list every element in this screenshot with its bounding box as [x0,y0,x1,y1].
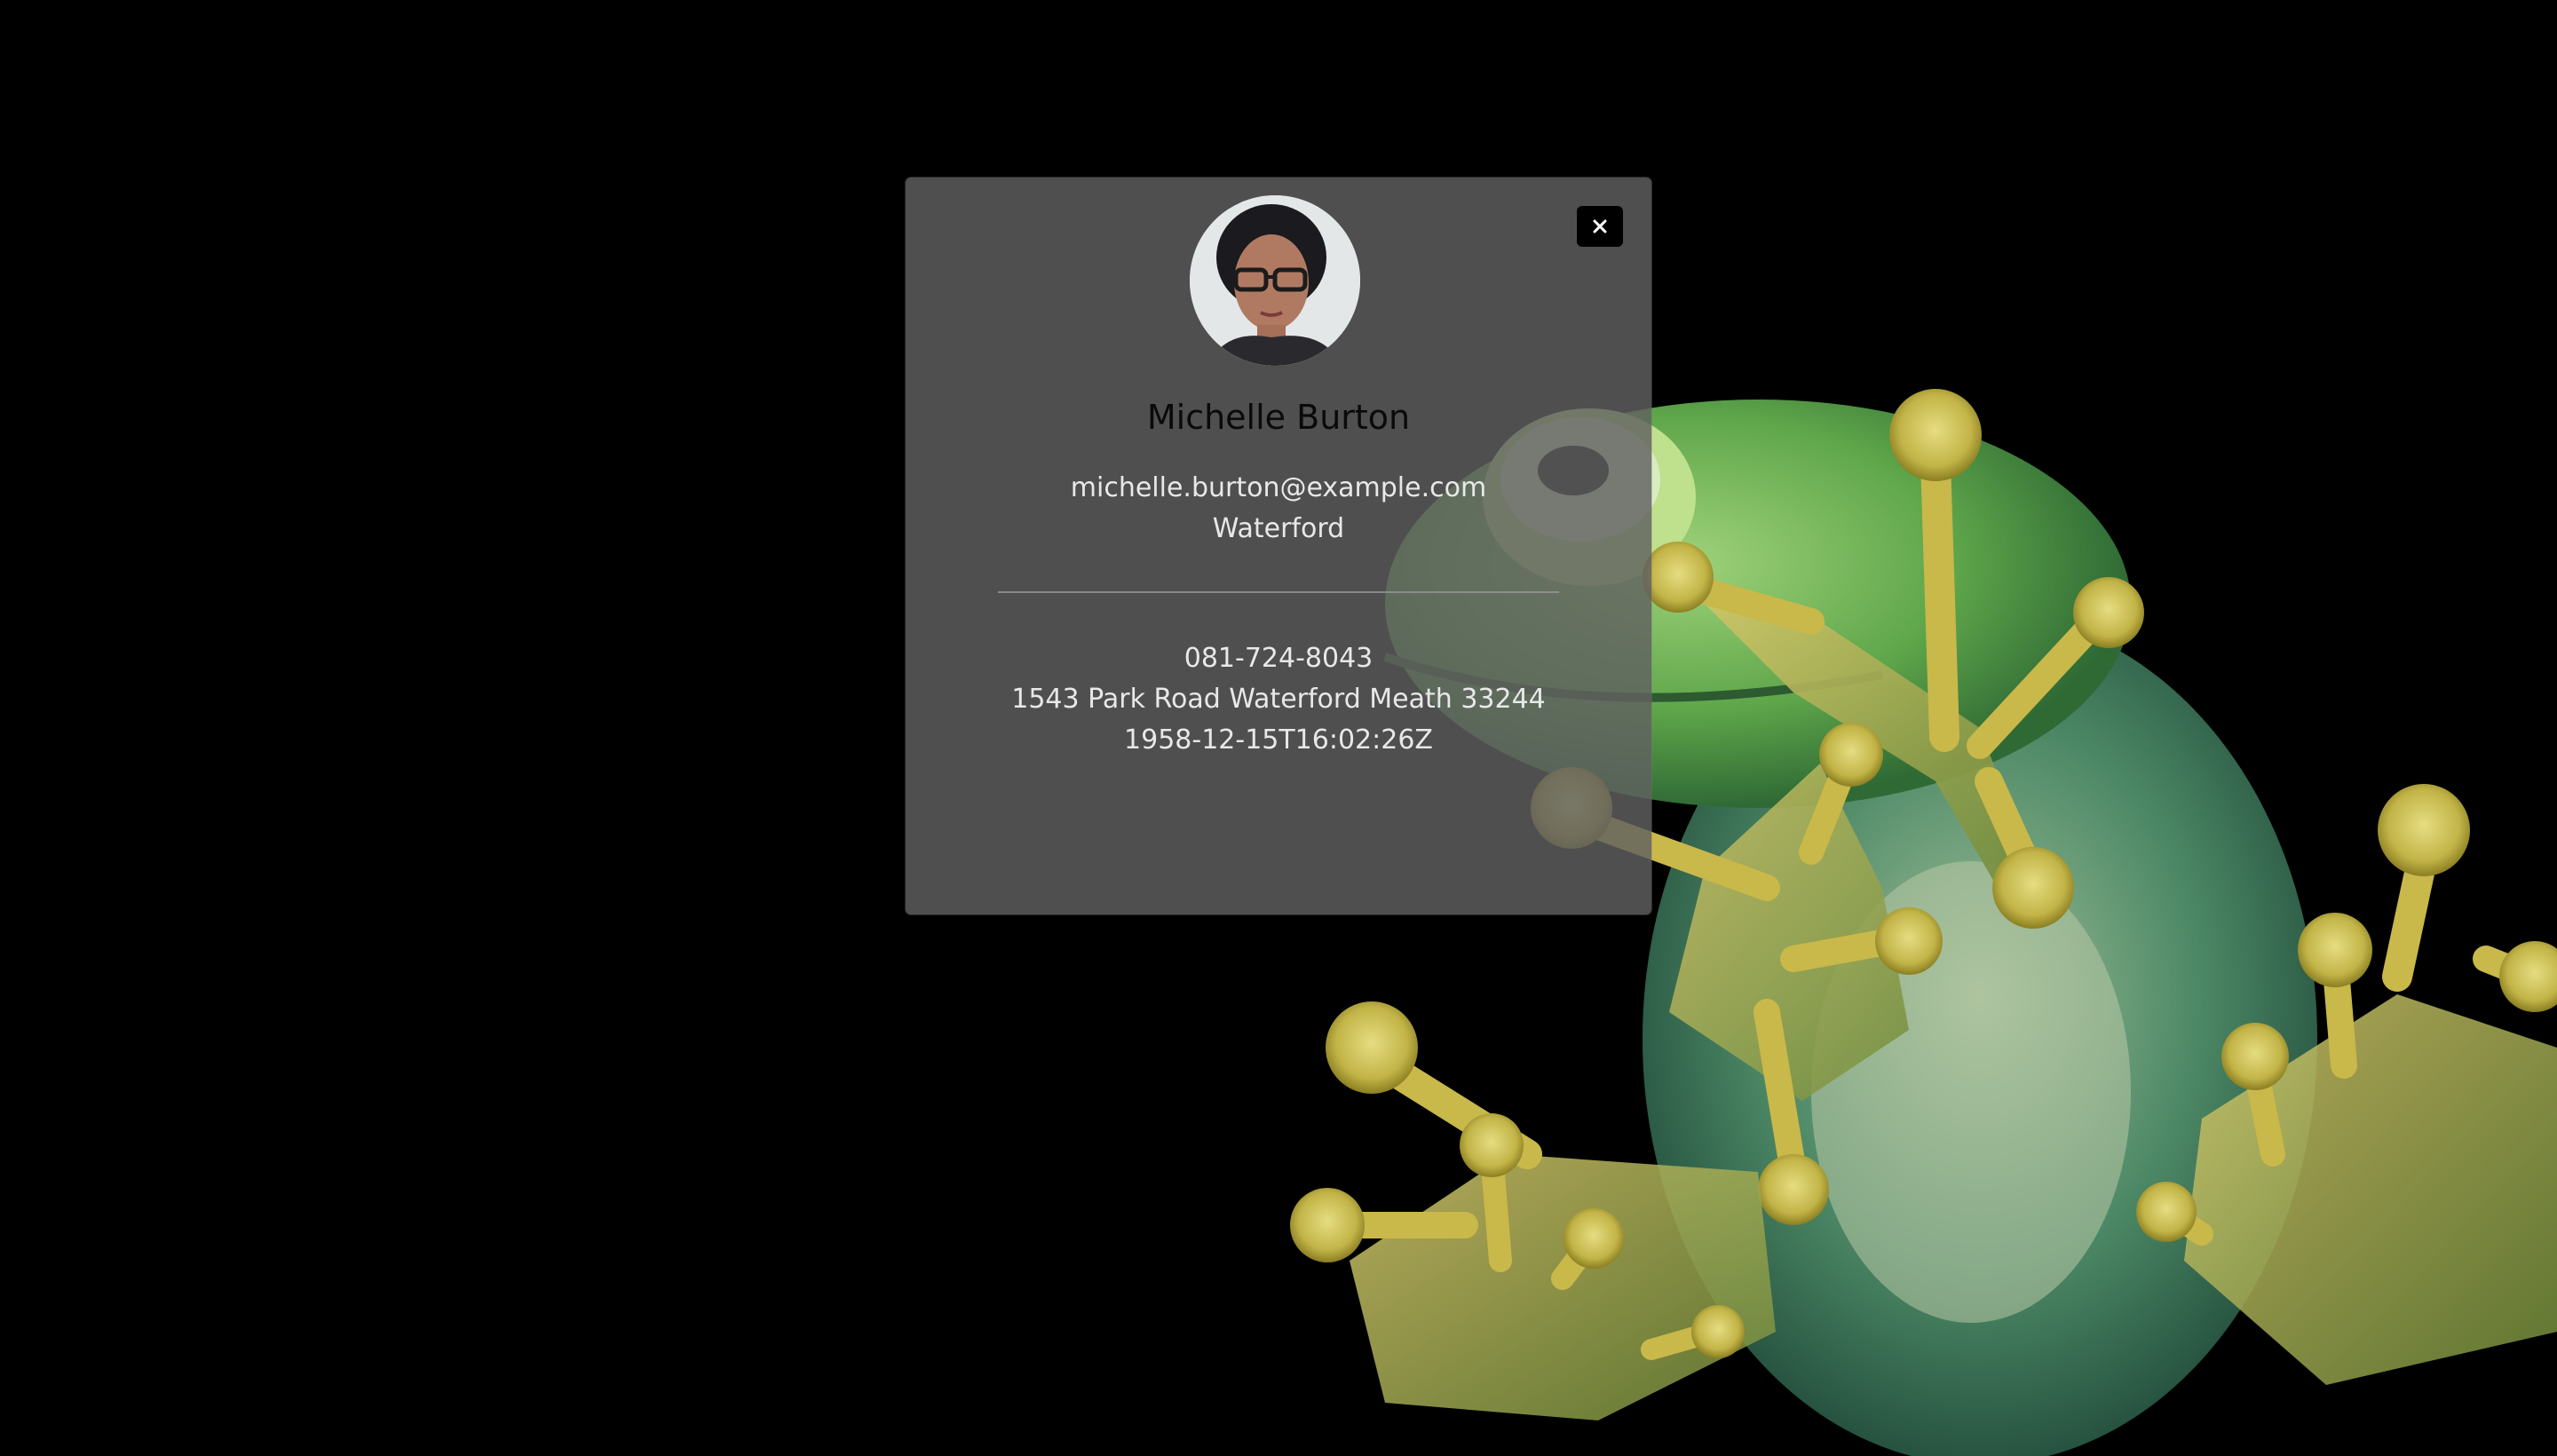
profile-email: michelle.burton@example.com [1070,472,1487,503]
divider [998,591,1559,593]
screen: Michelle Burton michelle.burton@example.… [0,0,2557,1456]
close-button[interactable] [1577,206,1623,247]
profile-name: Michelle Burton [1146,398,1411,437]
profile-phone: 081-724-8043 [1184,643,1373,674]
avatar [1190,195,1360,366]
profile-city: Waterford [1212,513,1345,544]
profile-card: Michelle Burton michelle.burton@example.… [906,178,1651,914]
profile-dob: 1958-12-15T16:02:26Z [1124,724,1433,756]
close-icon [1593,219,1607,233]
profile-address: 1543 Park Road Waterford Meath 33244 [1011,684,1546,715]
